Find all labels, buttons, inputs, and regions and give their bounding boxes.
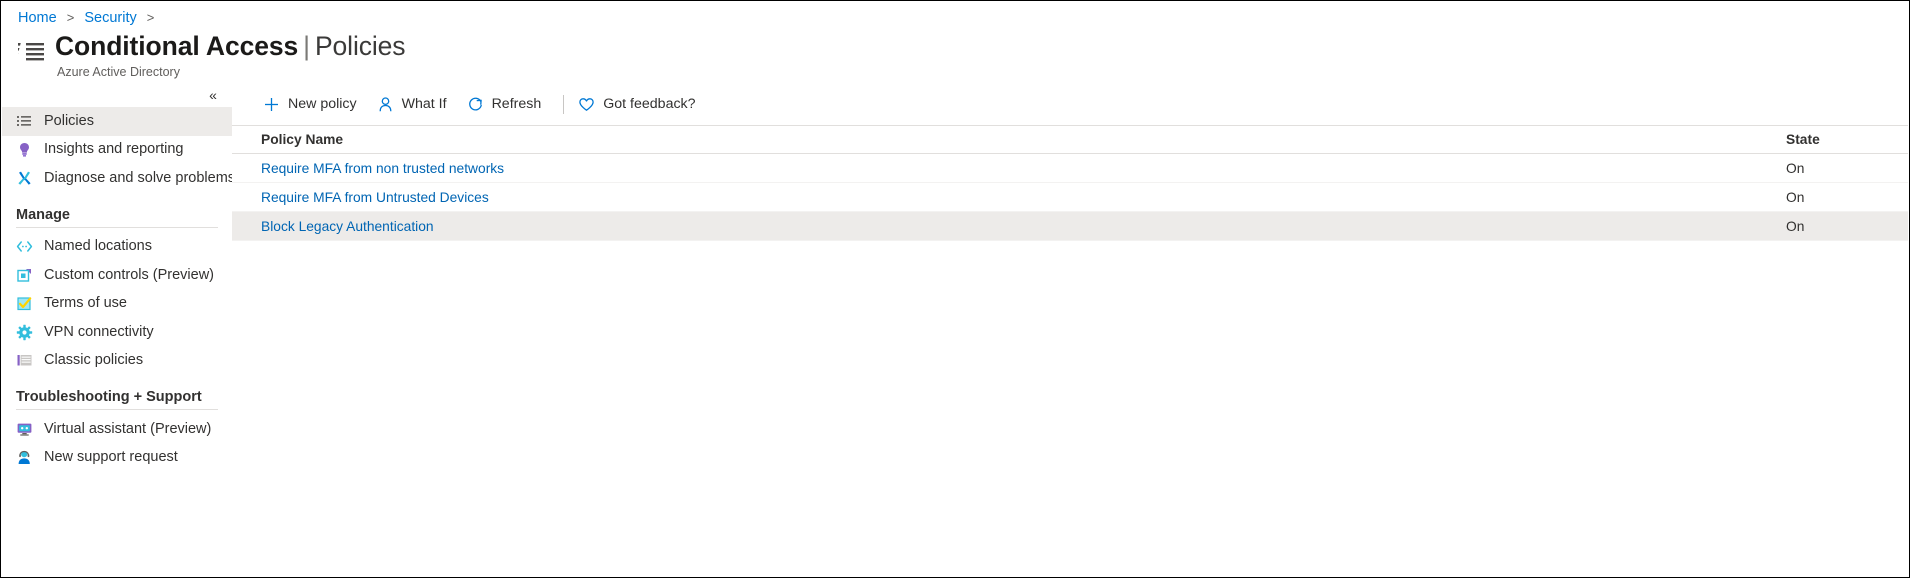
sidebar-group-divider — [16, 409, 218, 410]
command-label: Got feedback? — [603, 96, 696, 112]
command-label: What If — [401, 96, 447, 112]
sidebar-item-label: Custom controls (Preview) — [44, 266, 215, 283]
wrench-icon — [16, 170, 33, 187]
policy-name-cell: Require MFA from non trusted networks — [261, 161, 1768, 176]
sidebar-item-label: Policies — [44, 112, 94, 129]
got-feedback-button[interactable]: Got feedback? — [576, 89, 705, 119]
sidebar-item-label: New support request — [44, 449, 178, 466]
sidebar-item-new-support-request[interactable]: New support request — [2, 444, 232, 473]
breadcrumb-separator: > — [146, 10, 155, 25]
sidebar-item-insights-and-reporting[interactable]: Insights and reporting — [2, 136, 232, 165]
table-row[interactable]: Require MFA from non trusted networks On — [232, 154, 1908, 183]
person-icon — [377, 96, 394, 113]
policy-name-cell: Require MFA from Untrusted Devices — [261, 190, 1768, 205]
sidebar-item-vpn-connectivity[interactable]: VPN connectivity — [2, 318, 232, 347]
sidebar-item-label: VPN connectivity — [44, 323, 154, 340]
command-label: New policy — [288, 96, 357, 112]
virtual-assistant-icon — [16, 421, 33, 438]
main-content: New policy What If Refresh Got feedback?… — [232, 85, 1908, 576]
page-title-main: Conditional Access — [55, 31, 299, 61]
command-toolbar: New policy What If Refresh Got feedback? — [261, 89, 714, 119]
heart-icon — [578, 96, 595, 113]
sidebar-item-label: Diagnose and solve problems — [44, 169, 236, 186]
page-title-separator: | — [303, 31, 310, 61]
lightbulb-icon — [16, 141, 33, 158]
policies-table: Policy Name State Require MFA from non t… — [232, 125, 1908, 241]
policy-state-cell: On — [1786, 189, 1805, 205]
policy-name-cell: Block Legacy Authentication — [261, 219, 1768, 234]
sidebar-item-label: Insights and reporting — [44, 141, 184, 158]
sidebar-item-label: Virtual assistant (Preview) — [44, 420, 212, 437]
custom-control-icon — [16, 267, 33, 284]
table-row[interactable]: Block Legacy Authentication On — [232, 212, 1908, 241]
code-brackets-icon — [16, 238, 33, 255]
sidebar-item-terms-of-use[interactable]: Terms of use — [2, 290, 232, 319]
sidebar: « Policies Insights and reporting Diagno… — [2, 85, 236, 577]
new-policy-button[interactable]: New policy — [261, 89, 367, 119]
sidebar-group-manage: Manage — [16, 206, 70, 223]
support-person-icon — [16, 449, 33, 466]
breadcrumb-item-security[interactable]: Security — [84, 10, 136, 26]
sidebar-group-divider — [16, 226, 218, 228]
sidebar-item-named-locations[interactable]: Named locations — [2, 233, 232, 262]
column-header-state[interactable]: State — [1768, 132, 1908, 147]
sidebar-item-diagnose-and-solve-problems[interactable]: Diagnose and solve problems — [2, 164, 236, 193]
sidebar-nav-list: Policies Insights and reporting Diagnose… — [2, 107, 236, 473]
breadcrumb-item-home[interactable]: Home — [18, 10, 57, 26]
breadcrumb: Home > Security > — [18, 9, 160, 27]
policy-state-cell: On — [1786, 218, 1805, 234]
command-label: Refresh — [491, 96, 542, 112]
policy-link[interactable]: Block Legacy Authentication — [261, 219, 434, 234]
checkbox-icon — [16, 295, 33, 312]
sidebar-item-label: Named locations — [44, 238, 152, 255]
table-header-row: Policy Name State — [232, 125, 1908, 154]
list-icon — [16, 113, 33, 130]
refresh-button[interactable]: Refresh — [465, 89, 552, 119]
refresh-icon — [467, 96, 484, 113]
table-row[interactable]: Require MFA from Untrusted Devices On — [232, 183, 1908, 212]
page-title-text: Conditional Access | Policies — [55, 31, 406, 62]
breadcrumb-separator: > — [66, 10, 75, 25]
policy-link[interactable]: Require MFA from Untrusted Devices — [261, 190, 489, 205]
page-subtitle: Azure Active Directory — [57, 65, 180, 79]
sidebar-item-virtual-assistant-preview[interactable]: Virtual assistant (Preview) — [2, 415, 232, 444]
classic-list-icon — [16, 352, 33, 369]
sidebar-item-custom-controls-preview[interactable]: Custom controls (Preview) — [2, 261, 232, 290]
sidebar-item-label: Terms of use — [44, 295, 127, 312]
sidebar-item-classic-policies[interactable]: Classic policies — [2, 347, 232, 376]
sidebar-group-troubleshooting-support: Troubleshooting + Support — [16, 389, 202, 405]
what-if-button[interactable]: What If — [375, 89, 457, 119]
gear-icon — [16, 324, 33, 341]
policy-link[interactable]: Require MFA from non trusted networks — [261, 161, 504, 176]
column-header-policy-name[interactable]: Policy Name — [261, 132, 1768, 147]
page-title: Conditional Access | Policies Azure Active… — [13, 31, 406, 79]
policy-state-cell: On — [1786, 160, 1805, 176]
toolbar-separator — [563, 94, 565, 114]
page-title-sub: Policies — [314, 31, 406, 61]
policy-list-icon — [13, 37, 46, 65]
sidebar-item-label: Classic policies — [44, 352, 144, 369]
conditional-access-policies-page: Home > Security > Conditional Access | P… — [0, 0, 1910, 578]
sidebar-collapse-button[interactable]: « — [203, 85, 223, 105]
plus-icon — [263, 96, 280, 113]
sidebar-item-policies[interactable]: Policies — [2, 107, 232, 136]
